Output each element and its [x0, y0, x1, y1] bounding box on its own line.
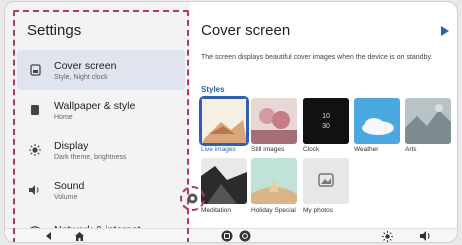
tile-label: Arts [405, 146, 417, 153]
still-images-thumbnail [251, 98, 297, 144]
settings-item-sublabel: Volume [54, 193, 78, 201]
svg-text:10: 10 [322, 113, 330, 120]
settings-item-display[interactable]: Display Dark theme, brightness [17, 130, 185, 170]
settings-item-label: Sound [54, 179, 85, 192]
arts-thumbnail [405, 98, 451, 144]
svg-text:30: 30 [322, 123, 330, 130]
holiday-special-thumbnail [251, 158, 297, 204]
style-tile-still-images[interactable] [251, 98, 297, 144]
settings-item-sublabel: Home [54, 113, 73, 121]
settings-pane: Settings Cover screen Style, Night clock… [5, 2, 190, 236]
style-tile-meditation[interactable] [201, 158, 247, 204]
live-images-thumbnail [201, 98, 247, 144]
settings-item-label: Display [54, 139, 89, 152]
drag-handle-icon [187, 193, 198, 204]
settings-item-label: Cover screen [54, 59, 117, 72]
cover-screen-pane: Cover screen The screen displays beautif… [191, 2, 457, 228]
settings-item-label: Wallpaper & style [54, 99, 136, 112]
photo-gallery-icon [303, 158, 349, 204]
tile-label: Holiday Special [251, 207, 296, 214]
clock-thumbnail: 1030 [303, 98, 349, 144]
screenshot-icon[interactable] [239, 229, 251, 242]
settings-item-sound[interactable]: Sound Volume [17, 170, 185, 210]
styles-section-label: Styles [201, 85, 225, 94]
back-icon[interactable] [45, 229, 53, 242]
style-tile-my-photos[interactable] [303, 158, 349, 204]
cover-screen-icon [27, 62, 43, 78]
style-tile-live-images[interactable] [201, 98, 247, 144]
capture-icon[interactable] [221, 229, 233, 242]
settings-item-wallpaper[interactable]: Wallpaper & style Home [17, 90, 185, 130]
highlight-drag-handle[interactable] [180, 186, 205, 211]
settings-item-cover-screen[interactable]: Cover screen Style, Night clock [17, 50, 185, 90]
cover-screen-title: Cover screen [201, 22, 291, 39]
settings-item-sublabel: Style, Night clock [54, 73, 108, 81]
style-tile-weather[interactable] [354, 98, 400, 144]
display-sun-icon [27, 142, 43, 158]
settings-menu: Cover screen Style, Night clock Wallpape… [17, 50, 185, 242]
speaker-icon [27, 182, 43, 198]
play-icon[interactable] [441, 26, 449, 36]
home-icon[interactable] [75, 229, 84, 242]
weather-thumbnail [354, 98, 400, 144]
style-tile-clock[interactable]: 10 30 [303, 98, 349, 144]
meditation-thumbnail [201, 158, 247, 204]
volume-icon[interactable] [420, 229, 432, 242]
settings-item-sublabel: Dark theme, brightness [54, 153, 127, 161]
wallpaper-icon [27, 102, 43, 118]
device-screen: Settings Cover screen Style, Night clock… [5, 2, 457, 242]
tile-label: Still images [251, 146, 285, 153]
cover-screen-description: The screen displays beautiful cover imag… [201, 54, 433, 61]
style-tile-holiday-special[interactable] [251, 158, 297, 204]
brightness-icon[interactable] [382, 229, 393, 242]
tile-label: My photos [303, 207, 333, 214]
style-tile-arts[interactable] [405, 98, 451, 144]
settings-title: Settings [27, 22, 82, 39]
navigation-bar [5, 228, 457, 242]
